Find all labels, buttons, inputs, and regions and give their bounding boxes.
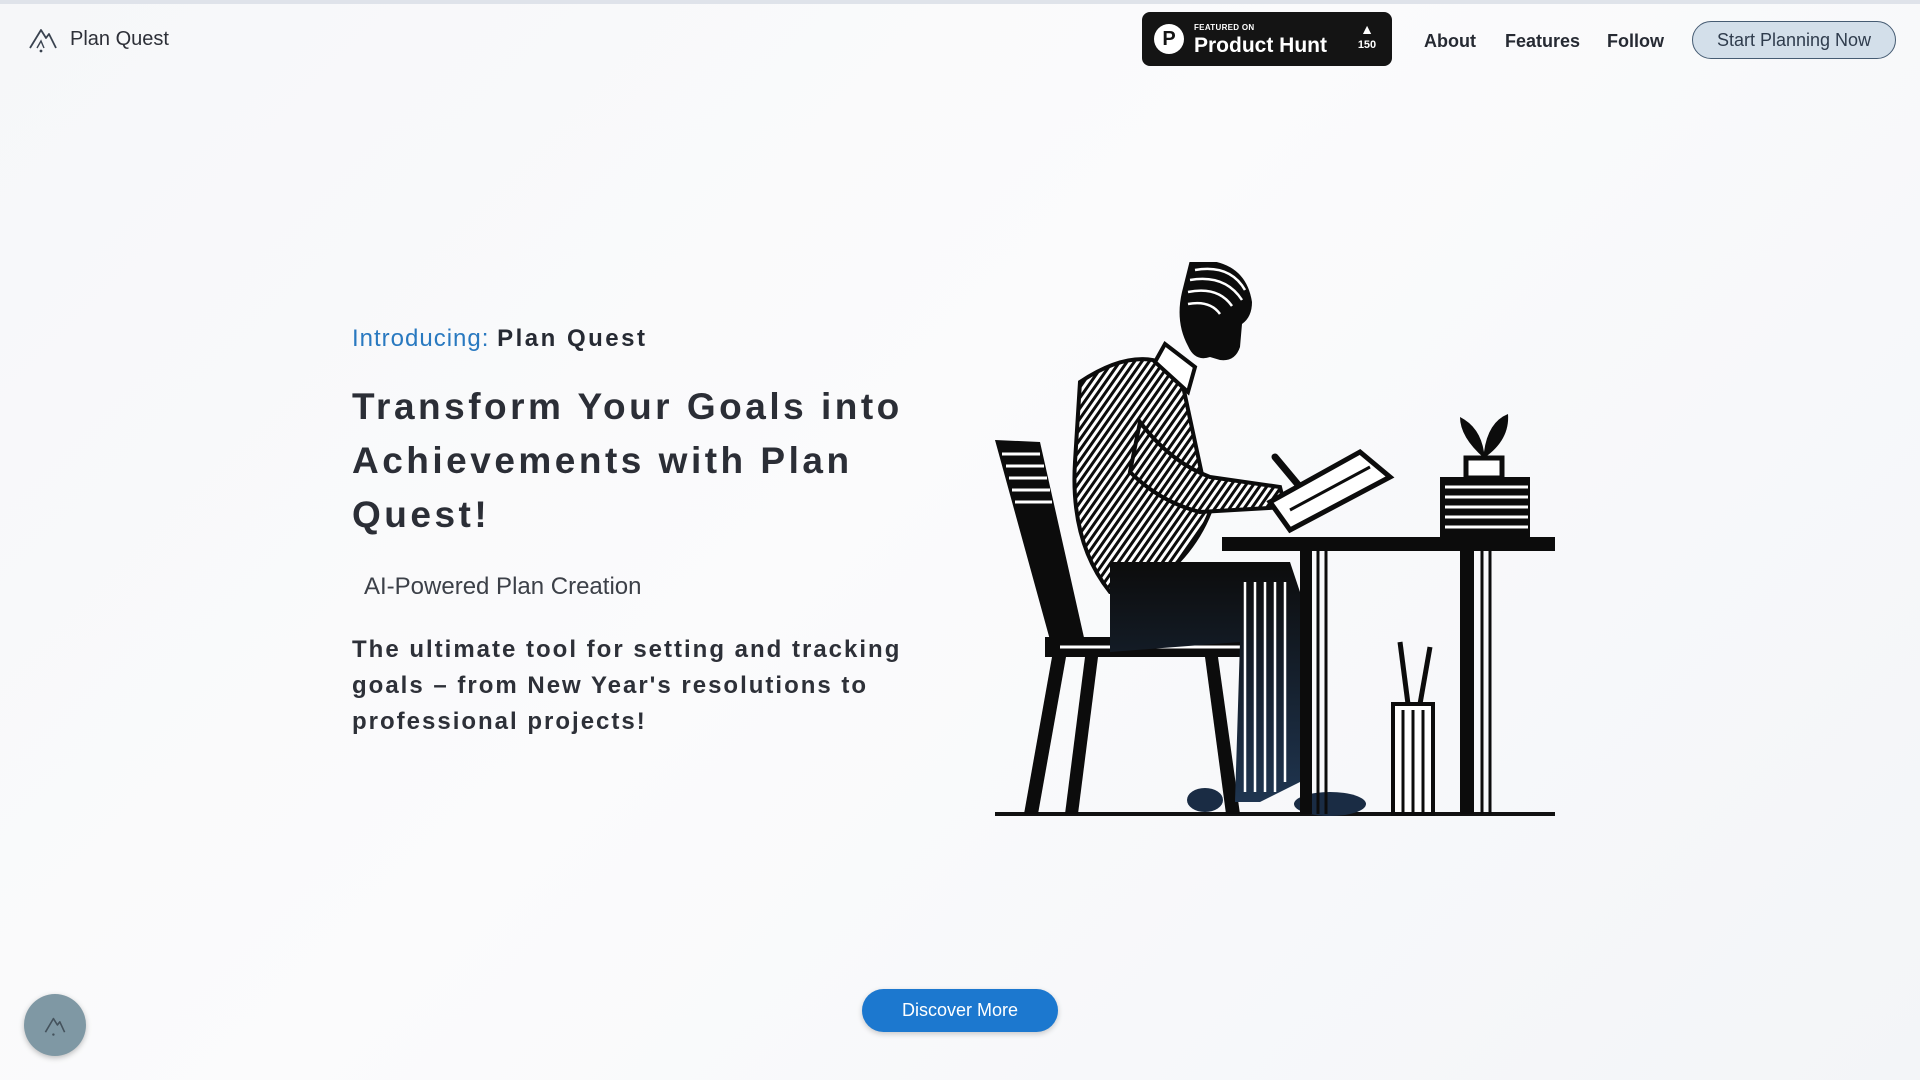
hero-subhead: AI-Powered Plan Creation xyxy=(364,573,642,600)
mountain-logo-icon xyxy=(44,1017,66,1036)
person-writing-at-desk-illustration xyxy=(995,262,1555,816)
product-hunt-badge[interactable]: P FEATURED ON Product Hunt ▲ 150 xyxy=(1142,12,1392,66)
nav-about[interactable]: About xyxy=(1424,31,1476,52)
nav-follow[interactable]: Follow xyxy=(1607,31,1664,52)
site-header: Plan Quest P FEATURED ON Product Hunt ▲ … xyxy=(0,4,1920,74)
upvote-counter: ▲ 150 xyxy=(1352,22,1382,51)
hero-intro: Introducing: Plan Quest xyxy=(352,325,647,353)
product-hunt-featured-label: FEATURED ON xyxy=(1194,23,1255,32)
floating-logo-button[interactable] xyxy=(24,994,86,1056)
brand-name: Plan Quest xyxy=(70,27,169,50)
discover-more-button[interactable]: Discover More xyxy=(862,989,1058,1032)
upvote-count: 150 xyxy=(1357,39,1377,51)
product-hunt-logo-icon: P xyxy=(1154,24,1184,54)
hero-description: The ultimate tool for setting and tracki… xyxy=(352,636,902,735)
triangle-up-icon: ▲ xyxy=(1360,21,1374,37)
hero-headline: Transform Your Goals into Achievements w… xyxy=(352,386,903,535)
intro-product-name: Plan Quest xyxy=(497,325,648,352)
mountain-logo-icon xyxy=(29,29,57,53)
nav-features[interactable]: Features xyxy=(1505,31,1580,52)
start-planning-button[interactable]: Start Planning Now xyxy=(1692,21,1896,59)
intro-label: Introducing: xyxy=(352,325,490,352)
product-hunt-name: Product Hunt xyxy=(1194,34,1327,57)
brand-logo[interactable]: Plan Quest xyxy=(28,24,169,54)
